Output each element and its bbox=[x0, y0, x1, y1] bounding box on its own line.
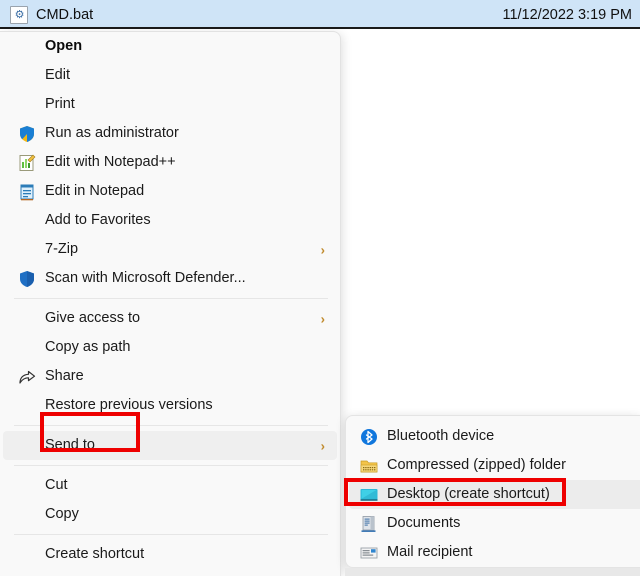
desktop-monitor-icon bbox=[359, 485, 379, 505]
no-icon bbox=[17, 309, 37, 329]
menu-item-label: Print bbox=[45, 96, 75, 113]
menu-item-delete[interactable]: Delete bbox=[3, 569, 337, 576]
menu-item-run-as-administrator[interactable]: Run as administrator bbox=[3, 119, 337, 148]
menu-item-restore-previous-versions[interactable]: Restore previous versions bbox=[3, 391, 337, 420]
bluetooth-icon bbox=[359, 427, 379, 447]
send-to-submenu: Bluetooth device Compressed (zipped) fold… bbox=[345, 415, 640, 568]
menu-item-bluetooth-device[interactable]: Bluetooth device bbox=[349, 422, 640, 451]
menu-item-label: Copy bbox=[45, 506, 79, 523]
menu-item-scan-with-microsoft-defender[interactable]: Scan with Microsoft Defender... bbox=[3, 264, 337, 293]
no-icon bbox=[17, 240, 37, 260]
no-icon bbox=[17, 338, 37, 358]
menu-separator bbox=[14, 465, 328, 466]
chevron-right-icon: › bbox=[320, 242, 325, 257]
mail-recipient-icon bbox=[359, 543, 379, 563]
no-icon bbox=[17, 396, 37, 416]
menu-item-label: Run as administrator bbox=[45, 125, 179, 142]
menu-item-print[interactable]: Print bbox=[3, 90, 337, 119]
menu-item-label: Scan with Microsoft Defender... bbox=[45, 270, 246, 287]
chevron-right-icon: › bbox=[320, 311, 325, 326]
menu-item-label: Edit bbox=[45, 67, 70, 84]
menu-separator bbox=[14, 298, 328, 299]
menu-item-label: Create shortcut bbox=[45, 546, 145, 563]
menu-item-edit-in-notepad[interactable]: Edit in Notepad bbox=[3, 177, 337, 206]
menu-item-label: Open bbox=[45, 38, 83, 55]
menu-item-label: Mail recipient bbox=[387, 544, 473, 561]
menu-separator bbox=[14, 534, 328, 535]
menu-item-share[interactable]: Share bbox=[3, 362, 337, 391]
menu-item-label: Send to bbox=[45, 437, 95, 454]
menu-item-create-shortcut[interactable]: Create shortcut bbox=[3, 540, 337, 569]
uac-shield-icon bbox=[17, 124, 37, 144]
no-icon bbox=[17, 545, 37, 565]
chevron-right-icon: › bbox=[320, 438, 325, 453]
share-icon bbox=[17, 367, 37, 387]
no-icon bbox=[17, 476, 37, 496]
menu-item-give-access-to[interactable]: Give access to › bbox=[3, 304, 337, 333]
menu-separator bbox=[14, 425, 328, 426]
menu-item-edit[interactable]: Edit bbox=[3, 61, 337, 90]
no-icon bbox=[17, 505, 37, 525]
menu-item-cut[interactable]: Cut bbox=[3, 471, 337, 500]
menu-item-copy-as-path[interactable]: Copy as path bbox=[3, 333, 337, 362]
menu-item-label: Edit with Notepad++ bbox=[45, 154, 176, 171]
no-icon bbox=[17, 436, 37, 456]
notepad-icon bbox=[17, 182, 37, 202]
context-menu: Open Edit Print Run as administrator Edit wi… bbox=[0, 31, 341, 576]
menu-item-label: Copy as path bbox=[45, 339, 131, 356]
gear-icon: ⚙ bbox=[14, 8, 25, 21]
title-bar-left: ⚙ CMD.bat bbox=[10, 0, 93, 29]
menu-item-label: Compressed (zipped) folder bbox=[387, 457, 566, 474]
bat-file-icon: ⚙ bbox=[10, 5, 28, 24]
defender-shield-icon bbox=[17, 269, 37, 289]
menu-item-edit-with-notepad[interactable]: Edit with Notepad++ bbox=[3, 148, 337, 177]
menu-item-compressed-zipped-folder[interactable]: Compressed (zipped) folder bbox=[349, 451, 640, 480]
file-datetime-label: 11/12/2022 3:19 PM bbox=[502, 6, 632, 23]
menu-item-open[interactable]: Open bbox=[3, 32, 337, 61]
title-bar: ⚙ CMD.bat 11/12/2022 3:19 PM bbox=[0, 0, 640, 29]
menu-item-label: Share bbox=[45, 368, 84, 385]
menu-item-desktop-create-shortcut[interactable]: Desktop (create shortcut) bbox=[349, 480, 640, 509]
menu-item-documents[interactable]: Documents bbox=[349, 509, 640, 538]
menu-item-label: Bluetooth device bbox=[387, 428, 495, 445]
menu-item-send-to[interactable]: Send to › bbox=[3, 431, 337, 460]
menu-item-add-to-favorites[interactable]: Add to Favorites bbox=[3, 206, 337, 235]
menu-item-label: Cut bbox=[45, 477, 68, 494]
menu-item-label: Desktop (create shortcut) bbox=[387, 486, 550, 503]
no-icon bbox=[17, 95, 37, 115]
notepad-plus-plus-icon bbox=[17, 153, 37, 173]
no-icon bbox=[17, 37, 37, 57]
documents-icon bbox=[359, 514, 379, 534]
menu-item-7-zip[interactable]: 7-Zip › bbox=[3, 235, 337, 264]
menu-item-label: Edit in Notepad bbox=[45, 183, 145, 200]
no-icon bbox=[17, 211, 37, 231]
menu-item-copy[interactable]: Copy bbox=[3, 500, 337, 529]
menu-item-label: Add to Favorites bbox=[45, 212, 151, 229]
no-icon bbox=[17, 66, 37, 86]
menu-item-label: 7-Zip bbox=[45, 241, 79, 258]
menu-item-label: Restore previous versions bbox=[45, 397, 213, 414]
file-name-label: CMD.bat bbox=[36, 6, 94, 23]
menu-item-mail-recipient[interactable]: Mail recipient bbox=[349, 538, 640, 567]
background-strip bbox=[345, 568, 640, 576]
menu-item-label: Documents bbox=[387, 515, 461, 532]
zip-folder-icon bbox=[359, 456, 379, 476]
menu-item-label: Give access to bbox=[45, 310, 141, 327]
screenshot-root: ⚙ CMD.bat 11/12/2022 3:19 PM Open Edit Pri… bbox=[0, 0, 640, 576]
